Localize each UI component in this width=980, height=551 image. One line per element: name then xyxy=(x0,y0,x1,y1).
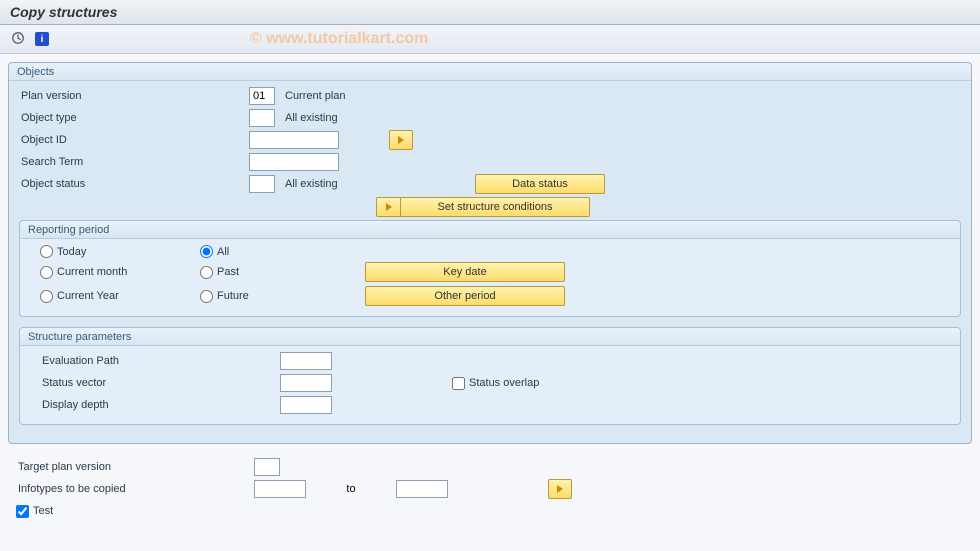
display-depth-label: Display depth xyxy=(40,399,280,411)
evaluation-path-label: Evaluation Path xyxy=(40,355,280,367)
object-id-label: Object ID xyxy=(19,134,249,146)
target-plan-version-input[interactable] xyxy=(254,458,280,476)
all-label: All xyxy=(217,246,229,258)
plan-version-desc: Current plan xyxy=(285,90,346,102)
search-term-input[interactable] xyxy=(249,153,339,171)
object-status-input[interactable] xyxy=(249,175,275,193)
page-title: Copy structures xyxy=(0,0,980,25)
test-label: Test xyxy=(33,505,53,517)
reporting-period-title: Reporting period xyxy=(20,221,960,239)
object-status-label: Object status xyxy=(19,178,249,190)
current-month-label: Current month xyxy=(57,266,127,278)
arrow-right-icon xyxy=(386,203,392,211)
object-id-input[interactable] xyxy=(249,131,339,149)
structure-parameters-title: Structure parameters xyxy=(20,328,960,346)
reporting-period-group: Reporting period Today All xyxy=(19,220,961,317)
multiple-selection-button[interactable] xyxy=(389,130,413,150)
current-month-radio[interactable] xyxy=(40,266,53,279)
status-vector-label: Status vector xyxy=(40,377,280,389)
object-status-desc: All existing xyxy=(285,178,435,190)
display-depth-input[interactable] xyxy=(280,396,332,414)
set-structure-icon-button[interactable] xyxy=(376,197,400,217)
future-label: Future xyxy=(217,290,249,302)
today-label: Today xyxy=(57,246,86,258)
status-overlap-checkbox[interactable] xyxy=(452,377,465,390)
bottom-section: Target plan version Infotypes to be copi… xyxy=(8,454,972,522)
info-icon: i xyxy=(35,32,49,46)
objects-group: Objects Plan version Current plan Object… xyxy=(8,62,972,444)
status-vector-input[interactable] xyxy=(280,374,332,392)
toolbar: i xyxy=(0,25,980,54)
current-year-label: Current Year xyxy=(57,290,119,302)
past-radio[interactable] xyxy=(200,266,213,279)
content: Objects Plan version Current plan Object… xyxy=(0,54,980,526)
future-radio[interactable] xyxy=(200,290,213,303)
object-type-input[interactable] xyxy=(249,109,275,127)
clock-icon xyxy=(11,31,25,48)
all-radio[interactable] xyxy=(200,245,213,258)
infotypes-to-label: to xyxy=(306,483,396,495)
infotypes-label: Infotypes to be copied xyxy=(16,483,254,495)
set-structure-conditions-button[interactable]: Set structure conditions xyxy=(400,197,590,217)
other-period-button[interactable]: Other period xyxy=(365,286,565,306)
arrow-right-icon xyxy=(557,485,563,493)
key-date-button[interactable]: Key date xyxy=(365,262,565,282)
infotypes-to-input[interactable] xyxy=(396,480,448,498)
objects-title: Objects xyxy=(9,63,971,81)
arrow-right-icon xyxy=(398,136,404,144)
search-term-label: Search Term xyxy=(19,156,249,168)
data-status-button[interactable]: Data status xyxy=(475,174,605,194)
past-label: Past xyxy=(217,266,239,278)
info-button[interactable]: i xyxy=(32,29,52,49)
evaluation-path-input[interactable] xyxy=(280,352,332,370)
execute-button[interactable] xyxy=(8,29,28,49)
plan-version-input[interactable] xyxy=(249,87,275,105)
status-overlap-label: Status overlap xyxy=(469,377,539,389)
plan-version-label: Plan version xyxy=(19,90,249,102)
today-radio[interactable] xyxy=(40,245,53,258)
object-type-label: Object type xyxy=(19,112,249,124)
object-type-desc: All existing xyxy=(285,112,338,124)
target-plan-version-label: Target plan version xyxy=(16,461,254,473)
test-checkbox[interactable] xyxy=(16,505,29,518)
current-year-radio[interactable] xyxy=(40,290,53,303)
infotypes-from-input[interactable] xyxy=(254,480,306,498)
infotypes-multiple-selection-button[interactable] xyxy=(548,479,572,499)
structure-parameters-group: Structure parameters Evaluation Path Sta… xyxy=(19,327,961,425)
